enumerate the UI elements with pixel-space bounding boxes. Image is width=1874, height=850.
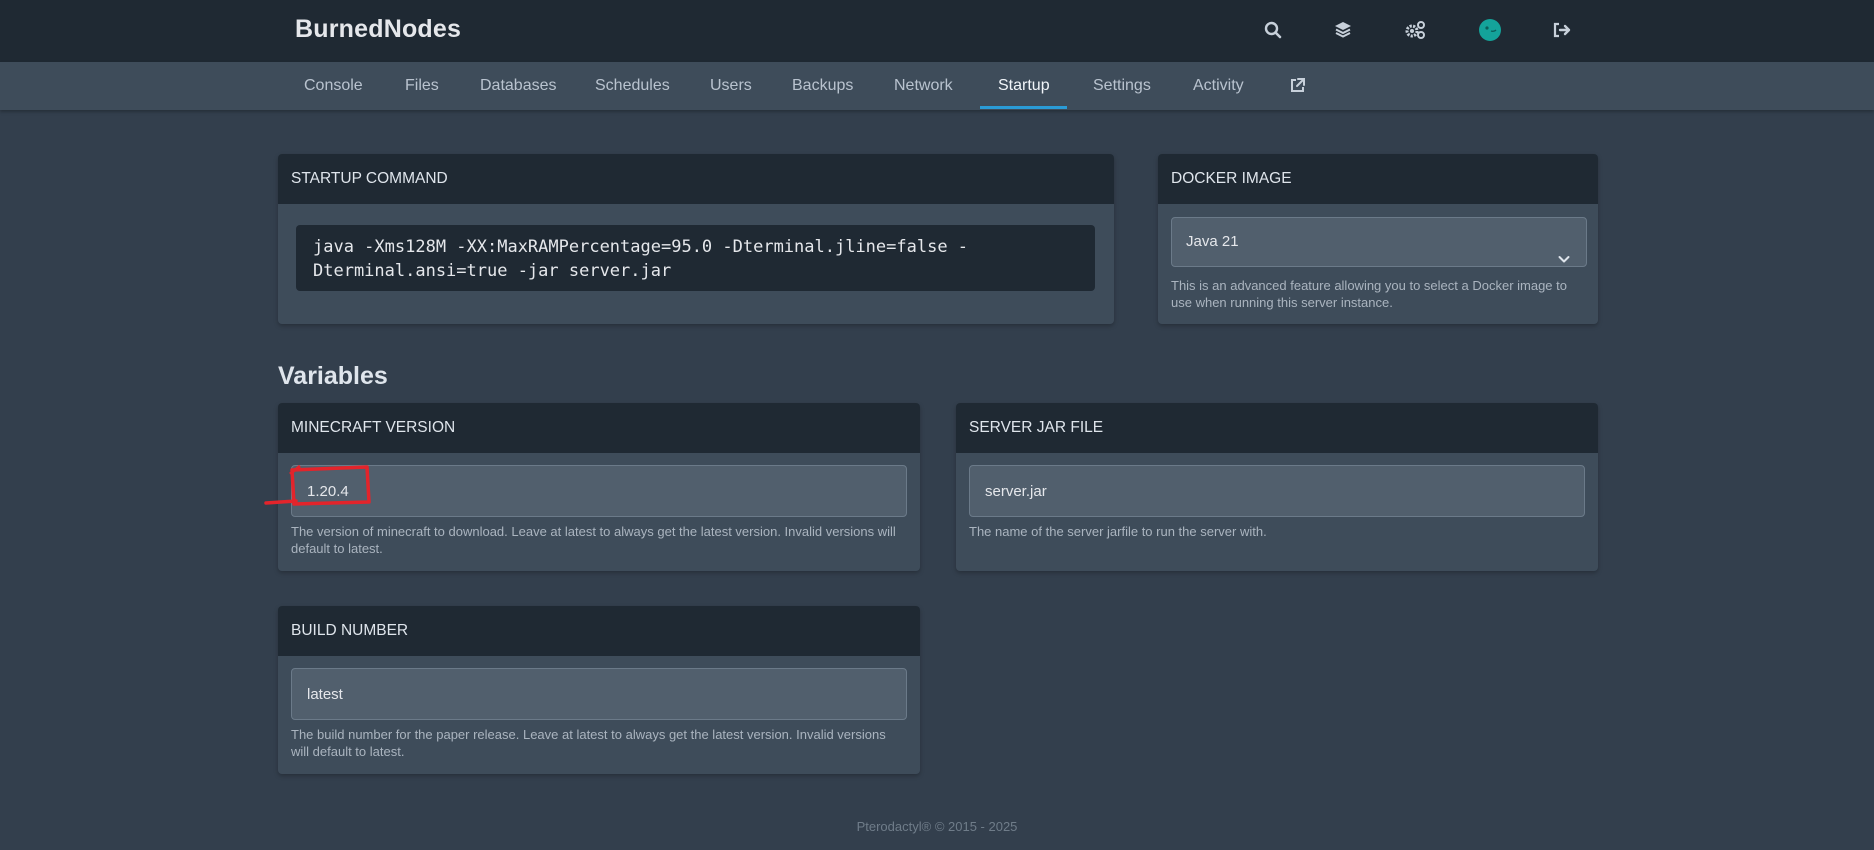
variables-heading: Variables — [278, 362, 388, 390]
tab-activity[interactable]: Activity — [1193, 62, 1244, 110]
minecraft-version-help: The version of minecraft to download. Le… — [291, 524, 896, 556]
docker-image-select[interactable]: Java 21 — [1171, 217, 1587, 267]
avatar[interactable] — [1477, 17, 1503, 43]
search-icon[interactable] — [1260, 17, 1286, 43]
build-number-card: BUILD NUMBER The build number for the pa… — [278, 606, 920, 774]
select-value: Java 21 — [1186, 233, 1239, 250]
build-number-input[interactable] — [291, 668, 907, 720]
build-number-help: The build number for the paper release. … — [291, 727, 886, 759]
tab-backups[interactable]: Backups — [792, 62, 853, 110]
top-header: BurnedNodes — [0, 0, 1874, 62]
external-link-icon[interactable] — [1289, 77, 1306, 95]
brand-name[interactable]: BurnedNodes — [295, 15, 461, 44]
startup-command-text: java -Xms128M -XX:MaxRAMPercentage=95.0 … — [296, 225, 1095, 291]
tab-console[interactable]: Console — [304, 62, 363, 110]
tab-startup[interactable]: Startup — [998, 62, 1050, 110]
docker-help-text: This is an advanced feature allowing you… — [1171, 278, 1567, 310]
card-title: STARTUP COMMAND — [278, 154, 1114, 204]
card-title: DOCKER IMAGE — [1158, 154, 1598, 204]
server-jar-card: SERVER JAR FILE The name of the server j… — [956, 403, 1598, 571]
tab-settings[interactable]: Settings — [1093, 62, 1151, 110]
cogs-icon[interactable] — [1402, 17, 1428, 43]
server-jar-help: The name of the server jarfile to run th… — [969, 524, 1267, 539]
tab-users[interactable]: Users — [710, 62, 752, 110]
startup-command-card: STARTUP COMMAND java -Xms128M -XX:MaxRAM… — [278, 154, 1114, 324]
tab-schedules[interactable]: Schedules — [595, 62, 670, 110]
layers-icon[interactable] — [1330, 17, 1356, 43]
server-subnav: Console Files Databases Schedules Users … — [0, 62, 1874, 110]
logout-icon[interactable] — [1549, 17, 1575, 43]
card-title: MINECRAFT VERSION — [278, 403, 920, 453]
footer-copyright: Pterodactyl® © 2015 - 2025 — [856, 819, 1018, 834]
minecraft-version-input[interactable] — [291, 465, 907, 517]
docker-image-card: DOCKER IMAGE Java 21 This is an advanced… — [1158, 154, 1598, 324]
tab-files[interactable]: Files — [405, 62, 439, 110]
tab-network[interactable]: Network — [894, 62, 953, 110]
active-tab-indicator — [980, 106, 1067, 109]
minecraft-version-card: MINECRAFT VERSION The version of minecra… — [278, 403, 920, 571]
tab-databases[interactable]: Databases — [480, 62, 557, 110]
server-jar-input[interactable] — [969, 465, 1585, 517]
card-title: BUILD NUMBER — [278, 606, 920, 656]
card-title: SERVER JAR FILE — [956, 403, 1598, 453]
